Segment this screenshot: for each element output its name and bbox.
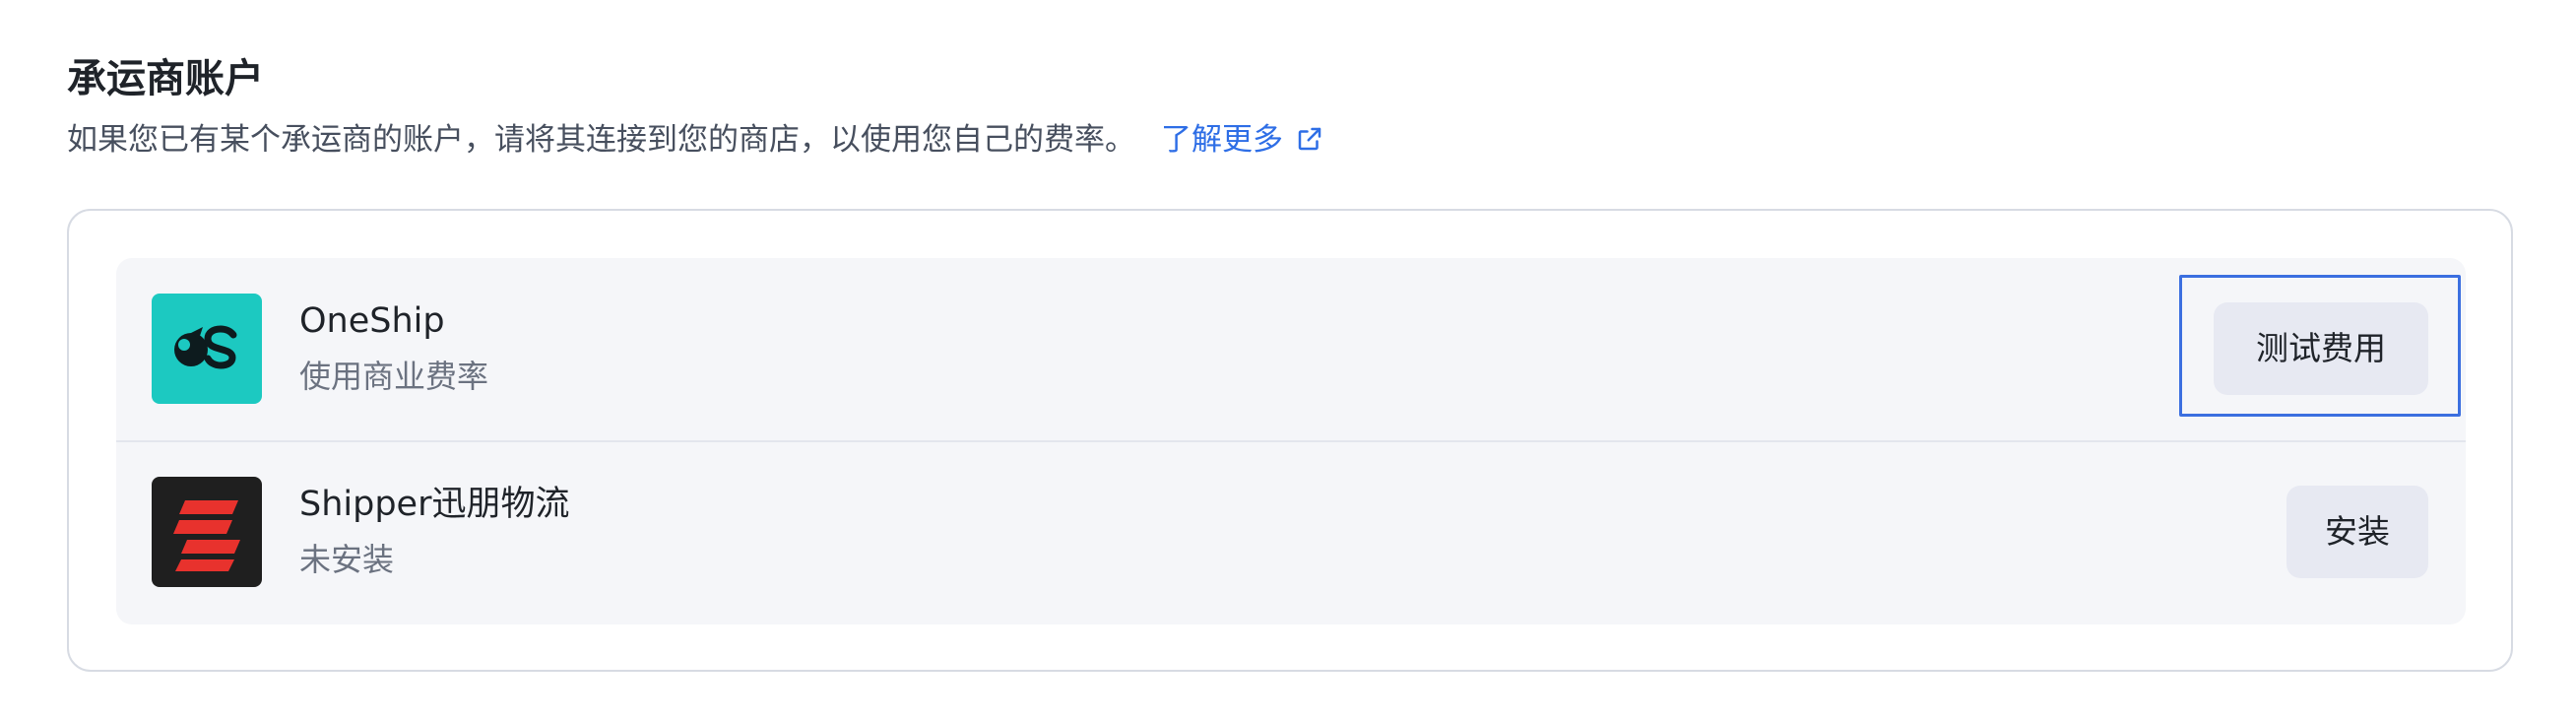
learn-more-link[interactable]: 了解更多 xyxy=(1161,122,1324,158)
carrier-row-oneship: OneShip 使用商业费率 测试费用 xyxy=(116,258,2466,441)
carrier-name: Shipper迅朋物流 xyxy=(299,485,570,524)
shipper-logo-icon xyxy=(152,477,262,587)
carrier-row-shipper: Shipper迅朋物流 未安装 安装 xyxy=(116,441,2466,624)
install-button[interactable]: 安装 xyxy=(2286,486,2428,578)
carrier-accounts-page: 承运商账户 如果您已有某个承运商的账户，请将其连接到您的商店，以使用您自己的费率… xyxy=(0,0,2576,722)
carrier-card: OneShip 使用商业费率 测试费用 Shipper迅朋物流 未安装 安装 xyxy=(67,209,2513,672)
carrier-status: 使用商业费率 xyxy=(299,358,489,395)
test-rates-button[interactable]: 测试费用 xyxy=(2214,302,2428,395)
section-title: 承运商账户 xyxy=(67,56,264,101)
learn-more-label: 了解更多 xyxy=(1161,122,1283,158)
section-description: 如果您已有某个承运商的账户，请将其连接到您的商店，以使用您自己的费率。 了解更多 xyxy=(67,114,1324,165)
carrier-status: 未安装 xyxy=(299,541,395,578)
external-link-icon xyxy=(1298,127,1321,151)
oneship-logo-icon xyxy=(152,294,262,404)
carrier-list: OneShip 使用商业费率 测试费用 Shipper迅朋物流 未安装 安装 xyxy=(116,258,2466,624)
description-text: 如果您已有某个承运商的账户，请将其连接到您的商店，以使用您自己的费率。 xyxy=(67,122,1135,158)
carrier-name: OneShip xyxy=(299,301,445,341)
